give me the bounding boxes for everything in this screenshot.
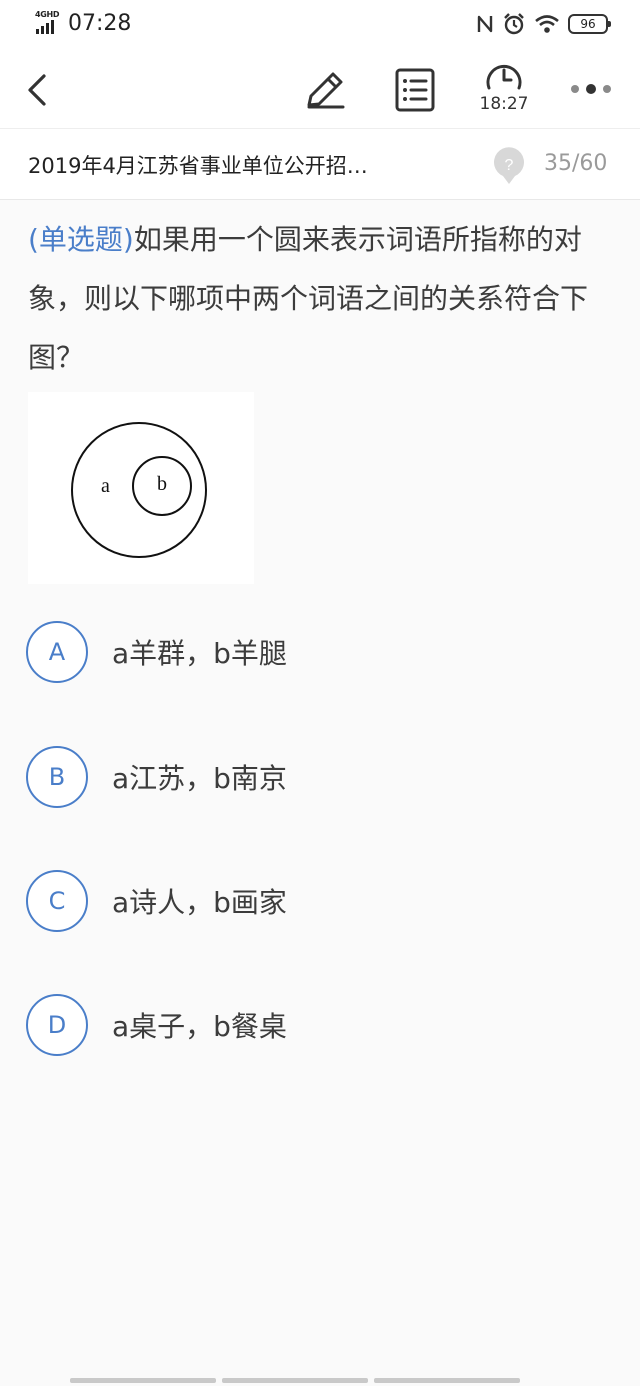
- nav-bar: 18:27: [0, 52, 640, 128]
- signal-icon: 4GHD: [34, 10, 64, 36]
- inner-label: b: [157, 473, 167, 495]
- more-button[interactable]: [566, 74, 616, 104]
- page-indicator-bar: [374, 1378, 520, 1383]
- battery-icon: 96: [568, 14, 611, 34]
- back-icon: [28, 74, 46, 106]
- option-letter: B: [26, 746, 88, 808]
- option-letter: A: [26, 621, 88, 683]
- status-time: 07:28: [68, 10, 132, 36]
- question-type: (单选题): [28, 223, 134, 256]
- option-letter: D: [26, 994, 88, 1056]
- battery-level: 96: [580, 17, 596, 31]
- alarm-icon: [504, 13, 524, 35]
- exam-title-bar: 2019年4月江苏省事业单位公开招… ? 35/60: [0, 128, 640, 200]
- question-progress: 35/60: [544, 151, 608, 176]
- more-dots-icon: [571, 84, 611, 94]
- page-indicator: [70, 1378, 520, 1383]
- answer-sheet-list-icon: [395, 68, 435, 112]
- status-left: 4GHD 07:28: [34, 10, 131, 36]
- timer-button[interactable]: 18:27: [476, 62, 532, 120]
- nfc-icon: [477, 15, 493, 33]
- option-text: a羊群，b羊腿: [112, 637, 287, 670]
- status-bar: 4GHD 07:28 96: [0, 0, 640, 52]
- outer-label: a: [101, 475, 110, 497]
- back-button[interactable]: [20, 66, 60, 114]
- option-letter: C: [26, 870, 88, 932]
- network-type: 4GHD: [35, 10, 60, 19]
- option-c[interactable]: C a诗人，b画家: [26, 869, 586, 933]
- timer-text: 18:27: [479, 94, 529, 114]
- question-text-block: (单选题)如果用一个圆来表示词语所指称的对象，则以下哪项中两个词语之间的关系符合…: [28, 210, 608, 387]
- page-indicator-bar: [70, 1378, 216, 1383]
- option-text: a诗人，b画家: [112, 886, 287, 919]
- question-figure: a b: [28, 392, 254, 584]
- option-a[interactable]: A a羊群，b羊腿: [26, 620, 586, 684]
- option-text: a江苏，b南京: [112, 762, 287, 795]
- timer-clock-icon: [486, 65, 522, 90]
- venn-diagram: a b: [71, 422, 207, 558]
- exam-title: 2019年4月江苏省事业单位公开招…: [28, 154, 368, 178]
- status-right: 96: [476, 12, 611, 36]
- option-b[interactable]: B a江苏，b南京: [26, 745, 586, 809]
- question-content: (单选题)如果用一个圆来表示词语所指称的对象，则以下哪项中两个词语之间的关系符合…: [28, 210, 608, 387]
- outer-circle: [71, 422, 207, 558]
- option-text: a桌子，b餐桌: [112, 1010, 287, 1043]
- page-indicator-bar: [222, 1378, 368, 1383]
- help-question-icon: ?: [494, 147, 524, 184]
- wifi-icon: [535, 15, 559, 33]
- edit-pencil-icon: [307, 72, 345, 109]
- option-d[interactable]: D a桌子，b餐桌: [26, 993, 586, 1057]
- answer-sheet-button[interactable]: [390, 66, 440, 114]
- svg-text:?: ?: [505, 157, 514, 174]
- help-button[interactable]: ?: [492, 146, 526, 186]
- edit-button[interactable]: [300, 66, 350, 114]
